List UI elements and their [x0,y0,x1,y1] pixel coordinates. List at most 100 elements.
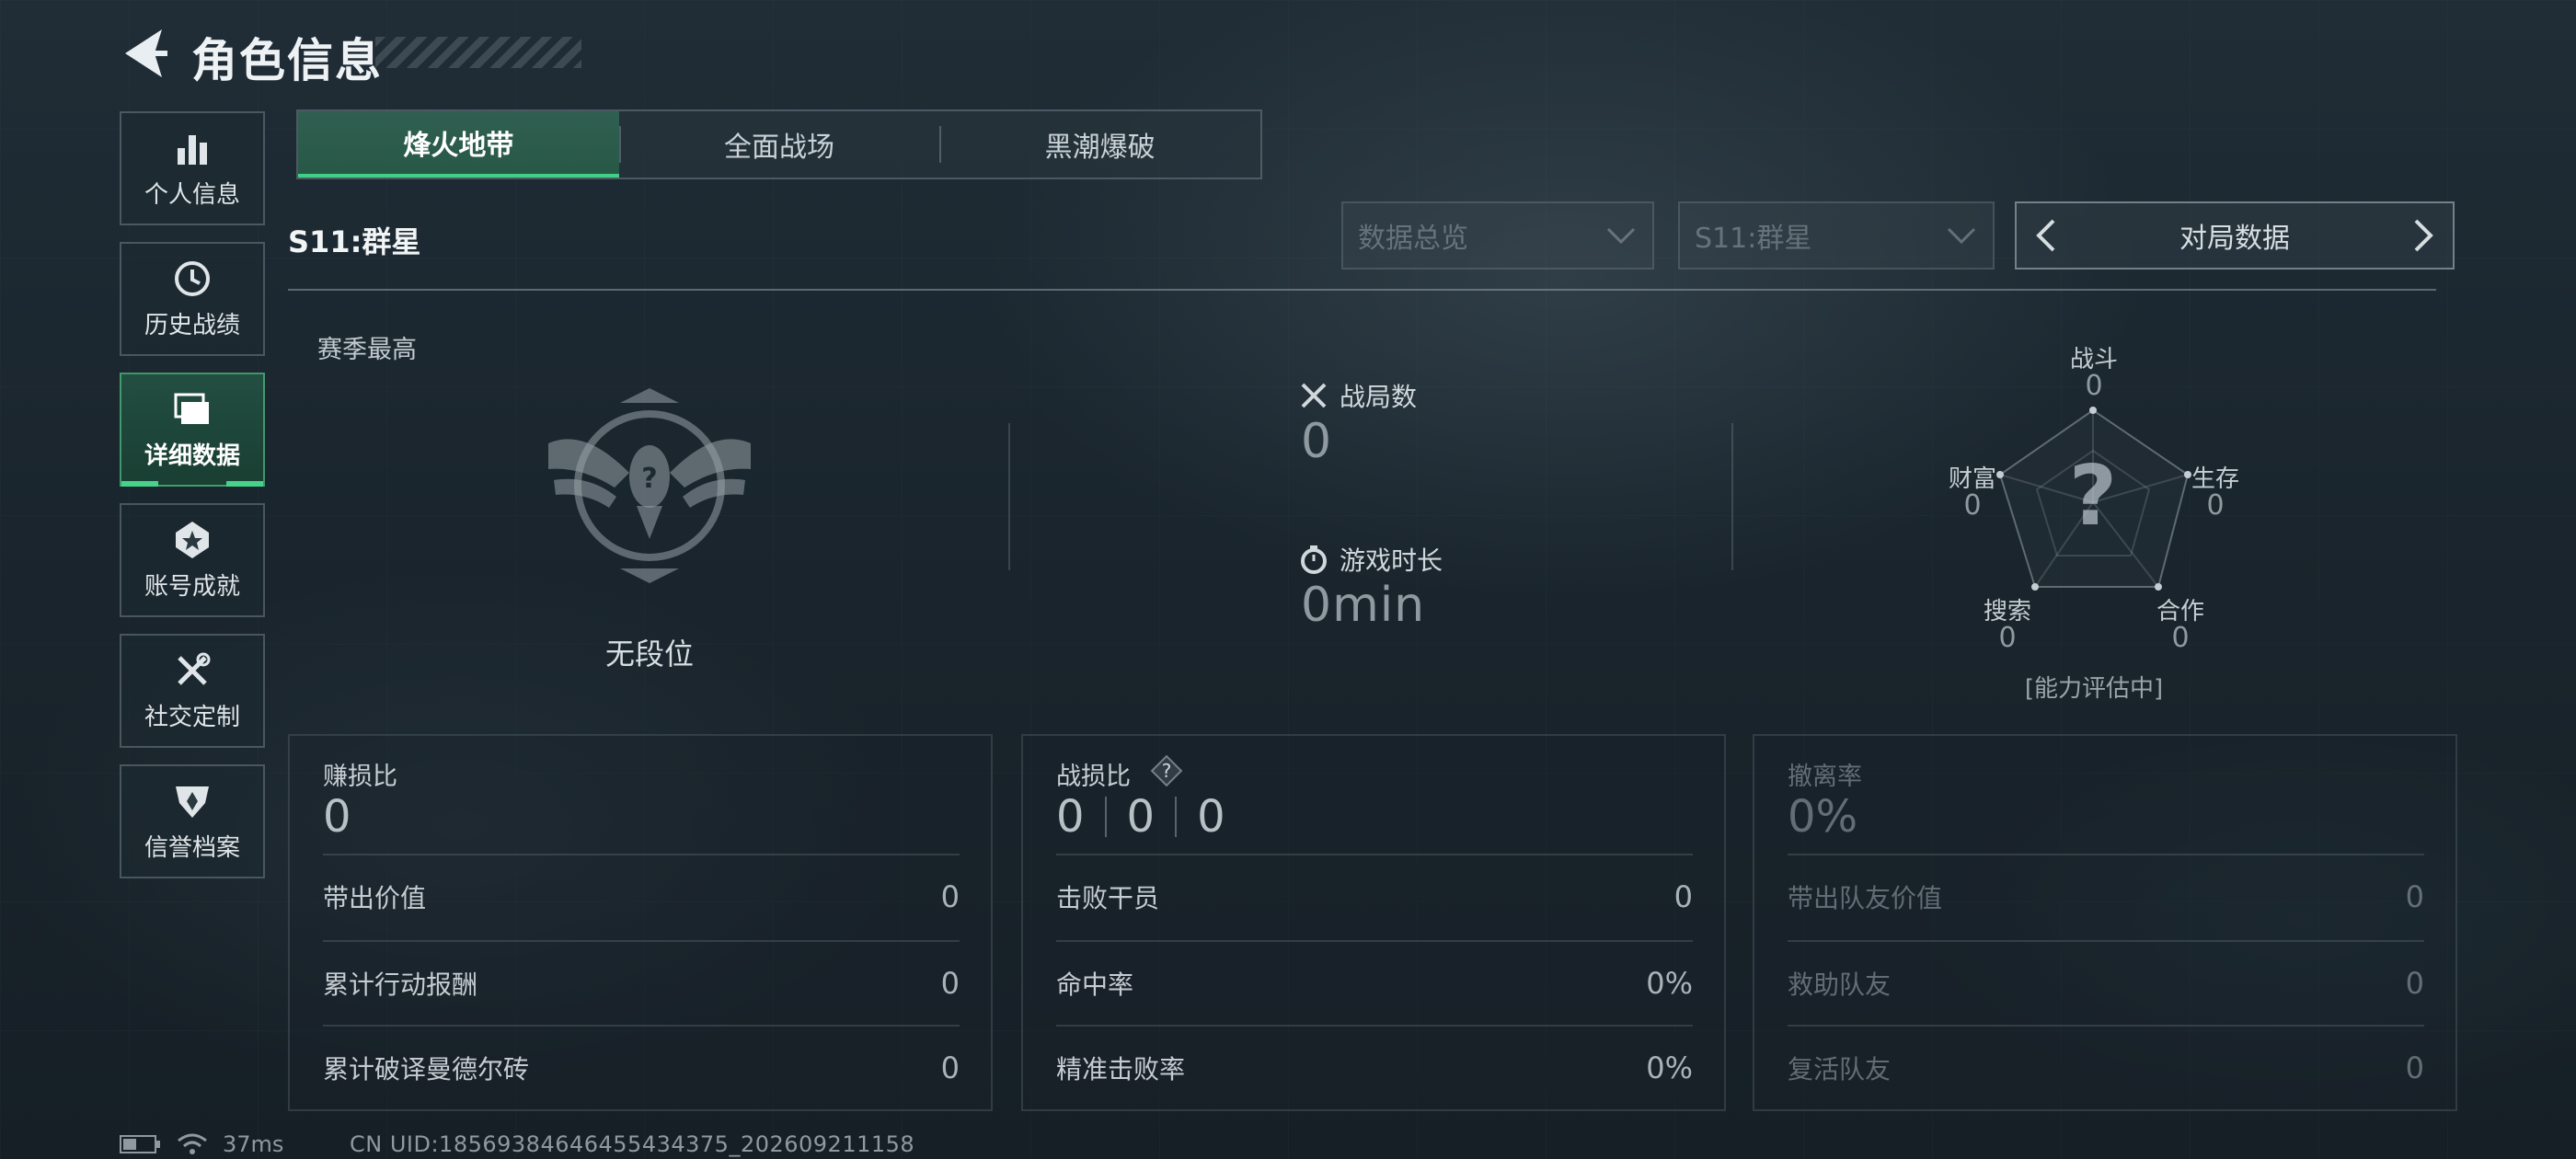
stat-row: 复活队友 0 [1788,1025,2424,1109]
stat-row-label: 复活队友 [1788,1054,1892,1084]
sidebar-item-label: 个人信息 [144,180,240,209]
kd-value: 0 [1197,791,1225,843]
stat-row-value: 0% [1646,1050,1693,1085]
radar-teamwork-value: 0 [2171,622,2190,654]
data-pager: 对局数据 [2015,201,2455,270]
stat-row-label: 精准击败率 [1056,1054,1186,1084]
playtime-value: 0min [1301,578,1426,633]
rank-emblem-icon: ? [548,388,751,583]
stat-row-label: 命中率 [1056,970,1134,1000]
radar-search-value: 0 [1998,622,2017,654]
stopwatch-icon [1301,545,1327,574]
status-bar: 37ms [120,1131,283,1157]
stat-row: 精准击败率 0% [1056,1025,1693,1109]
player-uid: CN UID:1856938464645543437­5_20260921115… [350,1131,915,1157]
kd-separator [1175,797,1178,837]
tab-blacktide[interactable]: 黑潮爆破 [939,111,1260,178]
sidebar-item-label: 社交定制 [144,703,240,731]
stat-row: 击败干员 0 [1056,854,1693,938]
help-button[interactable]: ? [1150,754,1183,791]
combat-panel: 战损比 ? 0 0 0 击败干员 0 命中率 0% 精准击败率 0% [1021,734,1726,1111]
stat-row-label: 累计行动报酬 [323,970,478,1000]
profit-ratio-label: 赚损比 [323,763,397,791]
back-button[interactable] [118,26,169,81]
sidebar-item-reputation[interactable]: 信誉档案 [120,764,265,878]
chevron-right-icon[interactable] [2407,215,2440,256]
ping-value: 37ms [223,1131,284,1157]
history-clock-icon [175,260,210,296]
season-best-label: 赛季最高 [317,336,417,364]
pager-label: 对局数据 [2179,223,2290,255]
chevron-down-icon [1947,227,1976,245]
section-divider [1008,423,1010,570]
rank-name: 无段位 [605,637,695,671]
crossed-swords-icon [1301,383,1327,408]
extract-panel: 撤离率 0% 带出队友价值 0 救助队友 0 复活队友 0 [1753,734,2457,1111]
stat-row-label: 带出价值 [323,883,427,913]
stat-row-value: 0 [940,879,960,914]
sidebar-item-label: 账号成就 [144,572,240,601]
stat-row-value: 0 [940,966,960,1001]
stat-row: 累计行动报酬 0 [323,940,960,1025]
active-indicator [226,481,263,487]
wifi-icon [178,1133,207,1154]
stat-row-value: 0 [940,1050,960,1085]
radar-combat-value: 0 [2085,370,2103,402]
sidebar-item-personal-info[interactable]: 个人信息 [120,111,265,225]
shield-badge-icon [176,786,209,818]
active-indicator [121,481,158,487]
sidebar-item-history[interactable]: 历史战绩 [120,242,265,356]
season-dropdown[interactable]: S11:群星 [1678,201,1995,270]
chevron-down-icon [1606,227,1636,245]
stat-row: 累计破译曼德尔砖 0 [323,1025,960,1109]
profit-ratio-value: 0 [323,791,351,843]
profit-panel: 赚损比 0 带出价值 0 累计行动报酬 0 累计破译曼德尔砖 0 [288,734,993,1111]
stat-row: 带出价值 0 [323,854,960,938]
bar-chart-icon [178,134,207,165]
sidebar-item-label: 信誉档案 [144,833,240,862]
radar-survival-value: 0 [2206,489,2225,522]
stat-row-value: 0 [2405,966,2424,1001]
matches-label: 战局数 [1340,382,1418,412]
stat-row: 救助队友 0 [1788,940,2424,1025]
radar-status: [能力评估中] [2024,675,2164,703]
stat-row-value: 0% [1646,966,1693,1001]
battery-icon [120,1135,160,1153]
tab-battlefield[interactable]: 全面战场 [618,111,940,178]
kd-ratio-label: 战损比 [1056,763,1131,791]
sidebar-item-label: 历史战绩 [144,311,240,339]
sidebar-item-achievements[interactable]: 账号成就 [120,503,265,617]
matches-value: 0 [1301,414,1333,469]
playtime-label: 游戏时长 [1340,545,1443,576]
mode-tabs: 烽火地带 全面战场 黑潮爆破 [296,109,1262,179]
kd-separator [1104,797,1107,837]
kd-value: 0 [1056,791,1085,843]
stat-row: 带出队友价值 0 [1788,854,2424,938]
medal-icon [176,521,209,558]
stat-row: 命中率 0% [1056,940,1693,1025]
radar-wealth-value: 0 [1963,489,1982,522]
overview-dropdown[interactable]: 数据总览 [1341,201,1654,270]
stat-row-value: 0 [2405,879,2424,914]
stat-row-value: 0 [1673,879,1693,914]
section-divider [1731,423,1733,570]
tab-firezone[interactable]: 烽火地带 [298,111,619,178]
header-divider [288,289,2436,291]
help-mark: ? [1162,760,1172,782]
title-decoration [375,37,581,68]
kd-ratio-values: 0 0 0 [1056,791,1225,843]
extract-rate-label: 撤离率 [1788,763,1862,791]
radar-center-mark: ? [2069,448,2117,545]
sidebar-item-social[interactable]: 社交定制 [120,634,265,748]
tools-icon [178,652,211,685]
stat-row-label: 救助队友 [1788,970,1892,1000]
sidebar-item-detailed-data[interactable]: 详细数据 [120,373,265,487]
stat-row-label: 击败干员 [1056,883,1160,913]
stat-row-label: 累计破译曼德尔砖 [323,1054,530,1084]
svg-text:?: ? [641,463,657,495]
stat-row-label: 带出队友价值 [1788,883,1943,913]
stat-row-value: 0 [2405,1050,2424,1085]
back-arrow-icon [125,29,167,77]
chevron-left-icon[interactable] [2030,215,2063,256]
extract-rate-value: 0% [1788,791,1858,843]
